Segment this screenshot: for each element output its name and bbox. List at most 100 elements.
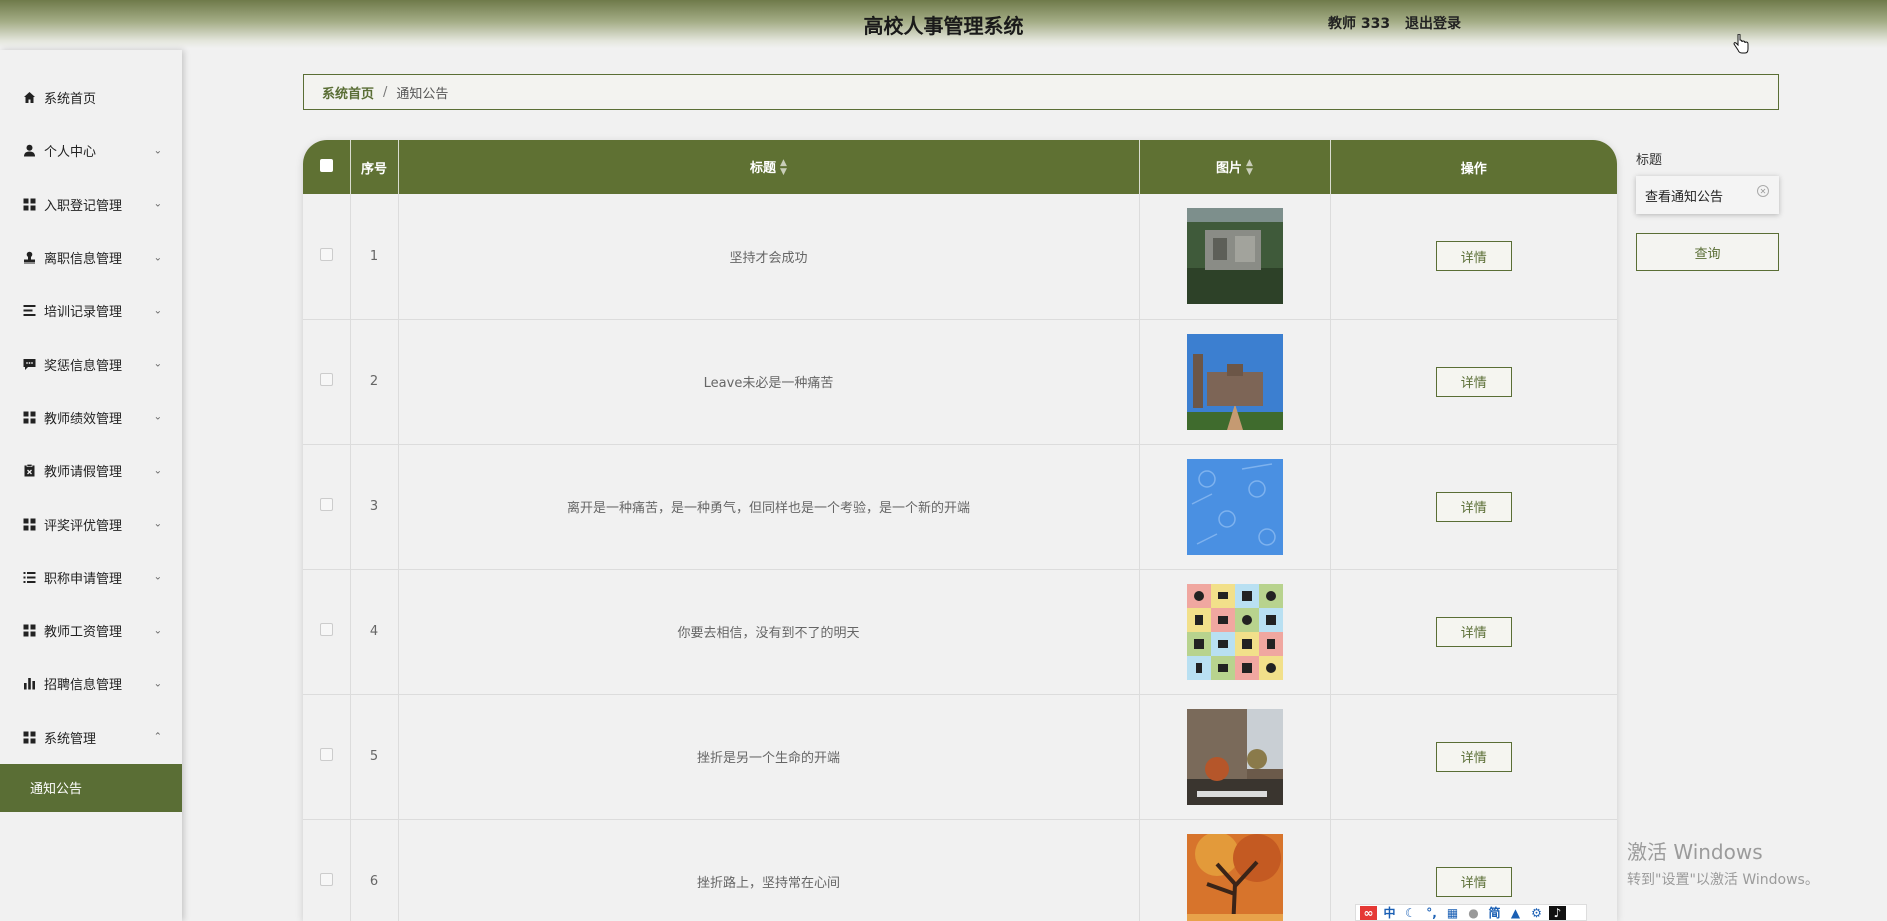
punctuation-icon[interactable]: °, bbox=[1423, 906, 1440, 920]
select-all-checkbox[interactable] bbox=[319, 158, 333, 172]
breadcrumb-home[interactable]: 系统首页 bbox=[322, 83, 374, 102]
tiktok-icon[interactable]: ♪ bbox=[1549, 905, 1566, 920]
detail-button[interactable]: 详情 bbox=[1435, 741, 1512, 772]
sidebar-item-resignation[interactable]: 离职信息管理 ⌄ bbox=[0, 231, 182, 284]
search-input-value: 查看通知公告 bbox=[1645, 189, 1724, 205]
logout-link[interactable]: 退出登录 bbox=[1405, 16, 1461, 32]
row-action-cell: 详情 bbox=[1330, 319, 1617, 445]
table-row: 4 你要去相信，没有到不了的明天 详情 bbox=[303, 569, 1617, 695]
row-image-cell bbox=[1139, 194, 1331, 320]
shirt-icon[interactable]: ▲ bbox=[1507, 906, 1524, 920]
clipboard-icon bbox=[22, 464, 36, 478]
row-title: 离开是一种痛苦，是一种勇气，但同样也是一个考验，是一个新的开端 bbox=[398, 444, 1140, 570]
gear-icon[interactable]: ⚙ bbox=[1528, 906, 1545, 920]
sidebar-item-awards[interactable]: 评奖评优管理 ⌄ bbox=[0, 497, 182, 550]
blue-pattern-image[interactable] bbox=[1186, 458, 1283, 555]
row-checkbox[interactable] bbox=[319, 247, 333, 261]
ime-charset-toggle[interactable]: 简 bbox=[1486, 906, 1503, 920]
sidebar-item-rewards[interactable]: 奖惩信息管理 ⌄ bbox=[0, 337, 182, 390]
row-select-cell bbox=[303, 444, 351, 570]
chevron-down-icon: ⌄ bbox=[153, 518, 162, 530]
top-header: 高校人事管理系统 教师 333 退出登录 bbox=[0, 0, 1887, 48]
sidebar-item-onboarding[interactable]: 入职登记管理 ⌄ bbox=[0, 178, 182, 231]
university-building-photo[interactable] bbox=[1186, 333, 1283, 430]
clear-icon[interactable]: ✕ bbox=[1757, 185, 1769, 197]
notice-table: 序号 标题 ▲ ▼ 图片 ▲ ▼ 操作 1 坚持才会成功 详情 2 Leave未… bbox=[303, 140, 1617, 921]
row-checkbox[interactable] bbox=[319, 873, 333, 886]
row-index: 4 bbox=[350, 569, 399, 695]
autumn-tree-photo[interactable] bbox=[1186, 833, 1283, 921]
detail-button[interactable]: 详情 bbox=[1435, 866, 1512, 897]
row-select-cell bbox=[303, 319, 351, 445]
sidebar-item-label: 评奖评优管理 bbox=[44, 518, 123, 534]
row-title: 挫折是另一个生命的开端 bbox=[398, 694, 1140, 820]
sidebar-item-leave[interactable]: 教师请假管理 ⌄ bbox=[0, 444, 182, 497]
row-select-cell bbox=[303, 819, 351, 921]
row-image-cell bbox=[1139, 569, 1331, 695]
row-title: Leave未必是一种痛苦 bbox=[398, 319, 1140, 445]
courtyard-photo[interactable] bbox=[1186, 708, 1283, 805]
column-header-index: 序号 bbox=[350, 140, 399, 194]
row-select-cell bbox=[303, 569, 351, 695]
sidebar-item-label: 招聘信息管理 bbox=[44, 678, 123, 694]
chevron-down-icon: ⌄ bbox=[153, 625, 162, 637]
sidebar-item-recruitment[interactable]: 招聘信息管理 ⌄ bbox=[0, 657, 182, 710]
row-select-cell bbox=[303, 694, 351, 820]
keyboard-icon[interactable]: ▦ bbox=[1444, 906, 1461, 920]
sidebar-item-title-application[interactable]: 职称申请管理 ⌄ bbox=[0, 551, 182, 604]
aerial-campus-photo[interactable] bbox=[1186, 208, 1283, 305]
chevron-down-icon: ⌄ bbox=[153, 198, 162, 210]
grid-icon bbox=[22, 197, 36, 211]
sidebar-item-training[interactable]: 培训记录管理 ⌄ bbox=[0, 284, 182, 337]
app-title: 高校人事管理系统 bbox=[863, 14, 1024, 38]
chevron-up-icon: ⌃ bbox=[153, 731, 162, 743]
detail-button[interactable]: 详情 bbox=[1435, 491, 1512, 522]
detail-button[interactable]: 详情 bbox=[1435, 366, 1512, 397]
row-checkbox[interactable] bbox=[319, 623, 333, 636]
list-icon bbox=[22, 304, 36, 318]
moon-icon[interactable]: ☾ bbox=[1402, 906, 1419, 920]
ime-mode-toggle[interactable]: 中 bbox=[1381, 906, 1398, 920]
sidebar-item-system[interactable]: 系统管理 ⌃ bbox=[0, 711, 182, 764]
sidebar-item-label: 培训记录管理 bbox=[44, 305, 123, 321]
sidebar-item-label: 奖惩信息管理 bbox=[44, 358, 123, 374]
ime-logo-icon[interactable]: ∞ bbox=[1360, 905, 1377, 920]
search-input[interactable]: 查看通知公告 ✕ bbox=[1636, 176, 1779, 214]
sort-icon[interactable]: ▲ ▼ bbox=[1246, 159, 1253, 177]
row-checkbox[interactable] bbox=[319, 748, 333, 761]
sidebar-item-label: 入职登记管理 bbox=[44, 198, 123, 214]
column-header-image-label: 图片 bbox=[1216, 160, 1243, 176]
row-action-cell: 详情 bbox=[1330, 694, 1617, 820]
table-header-row: 序号 标题 ▲ ▼ 图片 ▲ ▼ 操作 bbox=[303, 140, 1617, 194]
row-index: 6 bbox=[350, 819, 399, 921]
search-button[interactable]: 查询 bbox=[1636, 233, 1779, 271]
chevron-down-icon: ⌄ bbox=[153, 465, 162, 477]
sidebar-subitem-notices[interactable]: 通知公告 bbox=[0, 763, 182, 812]
chevron-down-icon: ⌄ bbox=[153, 358, 162, 370]
column-header-image[interactable]: 图片 ▲ ▼ bbox=[1139, 140, 1331, 194]
user-name: 教师 333 bbox=[1328, 16, 1391, 32]
breadcrumb-current: 通知公告 bbox=[396, 86, 449, 102]
detail-button[interactable]: 详情 bbox=[1435, 241, 1512, 272]
table-row: 3 离开是一种痛苦，是一种勇气，但同样也是一个考验，是一个新的开端 详情 bbox=[303, 444, 1617, 570]
user-icon bbox=[22, 144, 36, 158]
sidebar-item-label: 个人中心 bbox=[44, 145, 97, 161]
detail-button[interactable]: 详情 bbox=[1435, 616, 1512, 647]
column-header-title[interactable]: 标题 ▲ ▼ bbox=[398, 140, 1140, 194]
row-checkbox[interactable] bbox=[319, 498, 333, 511]
row-action-cell: 详情 bbox=[1330, 444, 1617, 570]
sidebar-item-home[interactable]: 系统首页 bbox=[0, 71, 182, 124]
user-icon[interactable]: ● bbox=[1465, 906, 1482, 920]
sidebar-item-profile[interactable]: 个人中心 ⌄ bbox=[0, 124, 182, 177]
row-checkbox[interactable] bbox=[319, 373, 333, 386]
sidebar-item-label: 教师请假管理 bbox=[44, 465, 123, 481]
row-title: 你要去相信，没有到不了的明天 bbox=[398, 569, 1140, 695]
grid-icon bbox=[22, 517, 36, 531]
comment-icon bbox=[22, 357, 36, 371]
icon-grid-image[interactable] bbox=[1186, 583, 1283, 680]
sidebar-item-salary[interactable]: 教师工资管理 ⌄ bbox=[0, 604, 182, 657]
sidebar-item-performance[interactable]: 教师绩效管理 ⌄ bbox=[0, 391, 182, 444]
sort-icon[interactable]: ▲ ▼ bbox=[780, 159, 787, 177]
windows-activation-watermark: 激活 Windows 转到"设置"以激活 Windows。 bbox=[1627, 836, 1819, 889]
chevron-down-icon: ⌄ bbox=[153, 305, 162, 317]
